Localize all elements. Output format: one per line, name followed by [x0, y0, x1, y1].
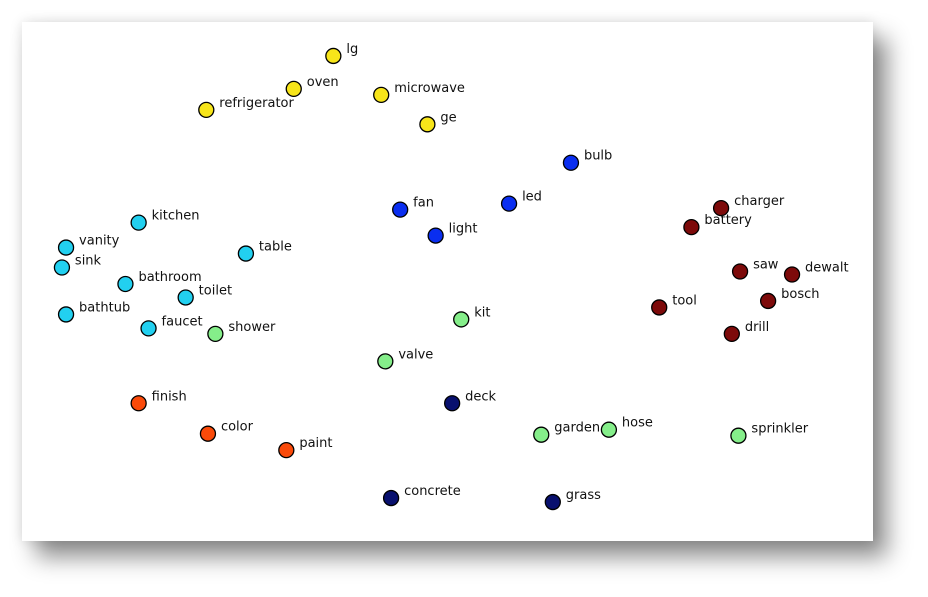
point-toilet: [177, 289, 194, 306]
point-label-shower: shower: [228, 320, 276, 335]
point-vanity: [57, 239, 75, 256]
point-hose: [600, 421, 618, 438]
point-color: [199, 425, 217, 442]
point-label-sink: sink: [75, 254, 102, 269]
scatter-plot: lg oven microwave refrigerator ge bulb fan led l…: [53, 42, 849, 511]
point-label-saw: saw: [753, 258, 779, 273]
point-label-kit: kit: [474, 305, 490, 320]
point-bathtub: [57, 306, 75, 323]
point-bathroom: [117, 275, 134, 293]
point-label-hose: hose: [622, 416, 653, 431]
point-lg: [325, 47, 342, 65]
point-label-ge: ge: [440, 110, 456, 125]
point-label-tool: tool: [672, 293, 697, 308]
point-tool: [651, 299, 668, 316]
point-garden: [533, 426, 550, 443]
point-shower: [207, 325, 224, 343]
data-points: lg oven microwave refrigerator ge bulb fan led l…: [53, 42, 849, 511]
point-label-battery: battery: [704, 213, 752, 228]
point-concrete: [382, 489, 400, 507]
point-label-oven: oven: [307, 75, 339, 90]
point-battery: [683, 218, 700, 236]
point-dewalt: [783, 266, 801, 283]
point-label-refrigerator: refrigerator: [219, 96, 294, 111]
point-label-grass: grass: [566, 488, 601, 503]
point-label-faucet: faucet: [162, 314, 203, 329]
point-microwave: [373, 86, 390, 104]
point-label-kitchen: kitchen: [152, 209, 200, 224]
point-grass: [544, 493, 561, 511]
point-sink: [53, 259, 71, 276]
point-label-table: table: [259, 240, 292, 255]
point-bosch: [759, 292, 777, 310]
point-label-led: led: [522, 190, 542, 205]
point-fan: [392, 201, 409, 218]
point-refrigerator: [198, 101, 215, 118]
point-label-bulb: bulb: [584, 149, 612, 164]
point-label-concrete: concrete: [404, 484, 461, 499]
point-label-light: light: [449, 222, 478, 237]
point-label-finish: finish: [152, 389, 187, 404]
point-label-bosch: bosch: [781, 287, 819, 302]
point-led: [500, 195, 518, 212]
point-saw: [731, 263, 749, 280]
point-kit: [453, 311, 470, 328]
point-valve: [377, 353, 394, 370]
point-label-bathtub: bathtub: [79, 300, 130, 315]
point-label-valve: valve: [398, 347, 433, 362]
point-label-vanity: vanity: [79, 234, 120, 249]
point-finish: [130, 395, 147, 412]
point-label-sprinkler: sprinkler: [751, 422, 808, 437]
point-label-toilet: toilet: [199, 283, 232, 298]
point-paint: [278, 442, 295, 459]
point-label-bathroom: bathroom: [138, 270, 201, 285]
point-kitchen: [130, 214, 147, 231]
point-drill: [723, 325, 740, 343]
point-label-color: color: [221, 420, 254, 435]
point-label-lg: lg: [346, 42, 358, 57]
point-faucet: [140, 320, 157, 337]
point-label-fan: fan: [413, 196, 434, 211]
point-label-charger: charger: [734, 194, 785, 209]
point-label-deck: deck: [465, 389, 496, 404]
point-label-garden: garden: [554, 421, 600, 436]
point-label-paint: paint: [299, 436, 332, 451]
point-label-dewalt: dewalt: [805, 261, 849, 276]
point-sprinkler: [730, 427, 747, 444]
point-label-microwave: microwave: [394, 81, 465, 96]
point-bulb: [562, 154, 580, 171]
chart-card: lg oven microwave refrigerator ge bulb fan led l…: [22, 22, 873, 541]
point-light: [427, 227, 444, 244]
point-label-drill: drill: [745, 320, 769, 335]
point-ge: [419, 116, 436, 133]
point-oven: [285, 80, 302, 98]
point-deck: [443, 395, 461, 412]
point-table: [237, 245, 255, 262]
